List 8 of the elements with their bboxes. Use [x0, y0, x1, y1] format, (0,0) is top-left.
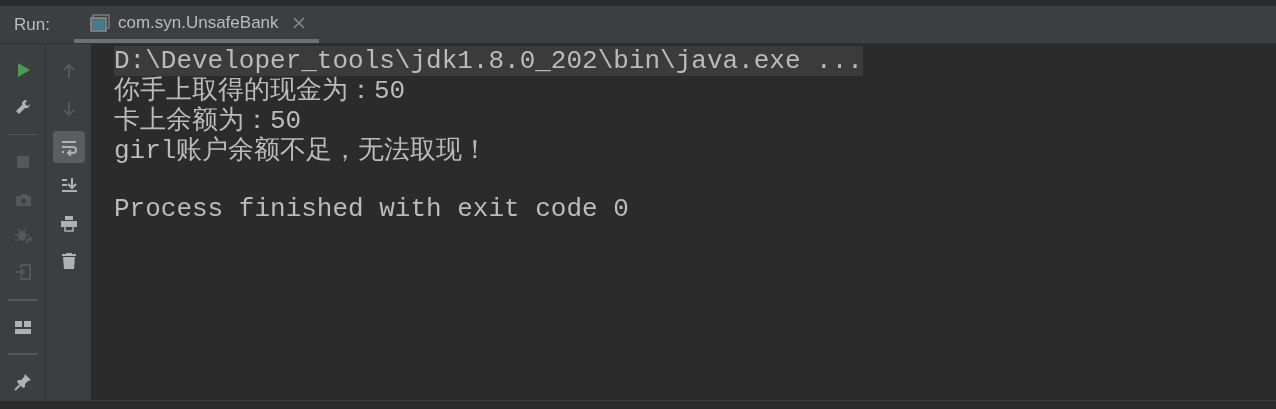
soft-wrap-icon[interactable] [52, 131, 85, 163]
output-line: Process finished with exit code 0 [114, 194, 629, 224]
output-line: 卡上余额为：50 [114, 106, 302, 136]
run-label: Run: [13, 13, 51, 36]
output-line: girl账户余额不足，无法取现！ [114, 136, 489, 166]
close-icon[interactable] [292, 16, 305, 29]
console-icon [89, 13, 110, 32]
output-line: 你手上取得的现金为：50 [114, 76, 406, 106]
